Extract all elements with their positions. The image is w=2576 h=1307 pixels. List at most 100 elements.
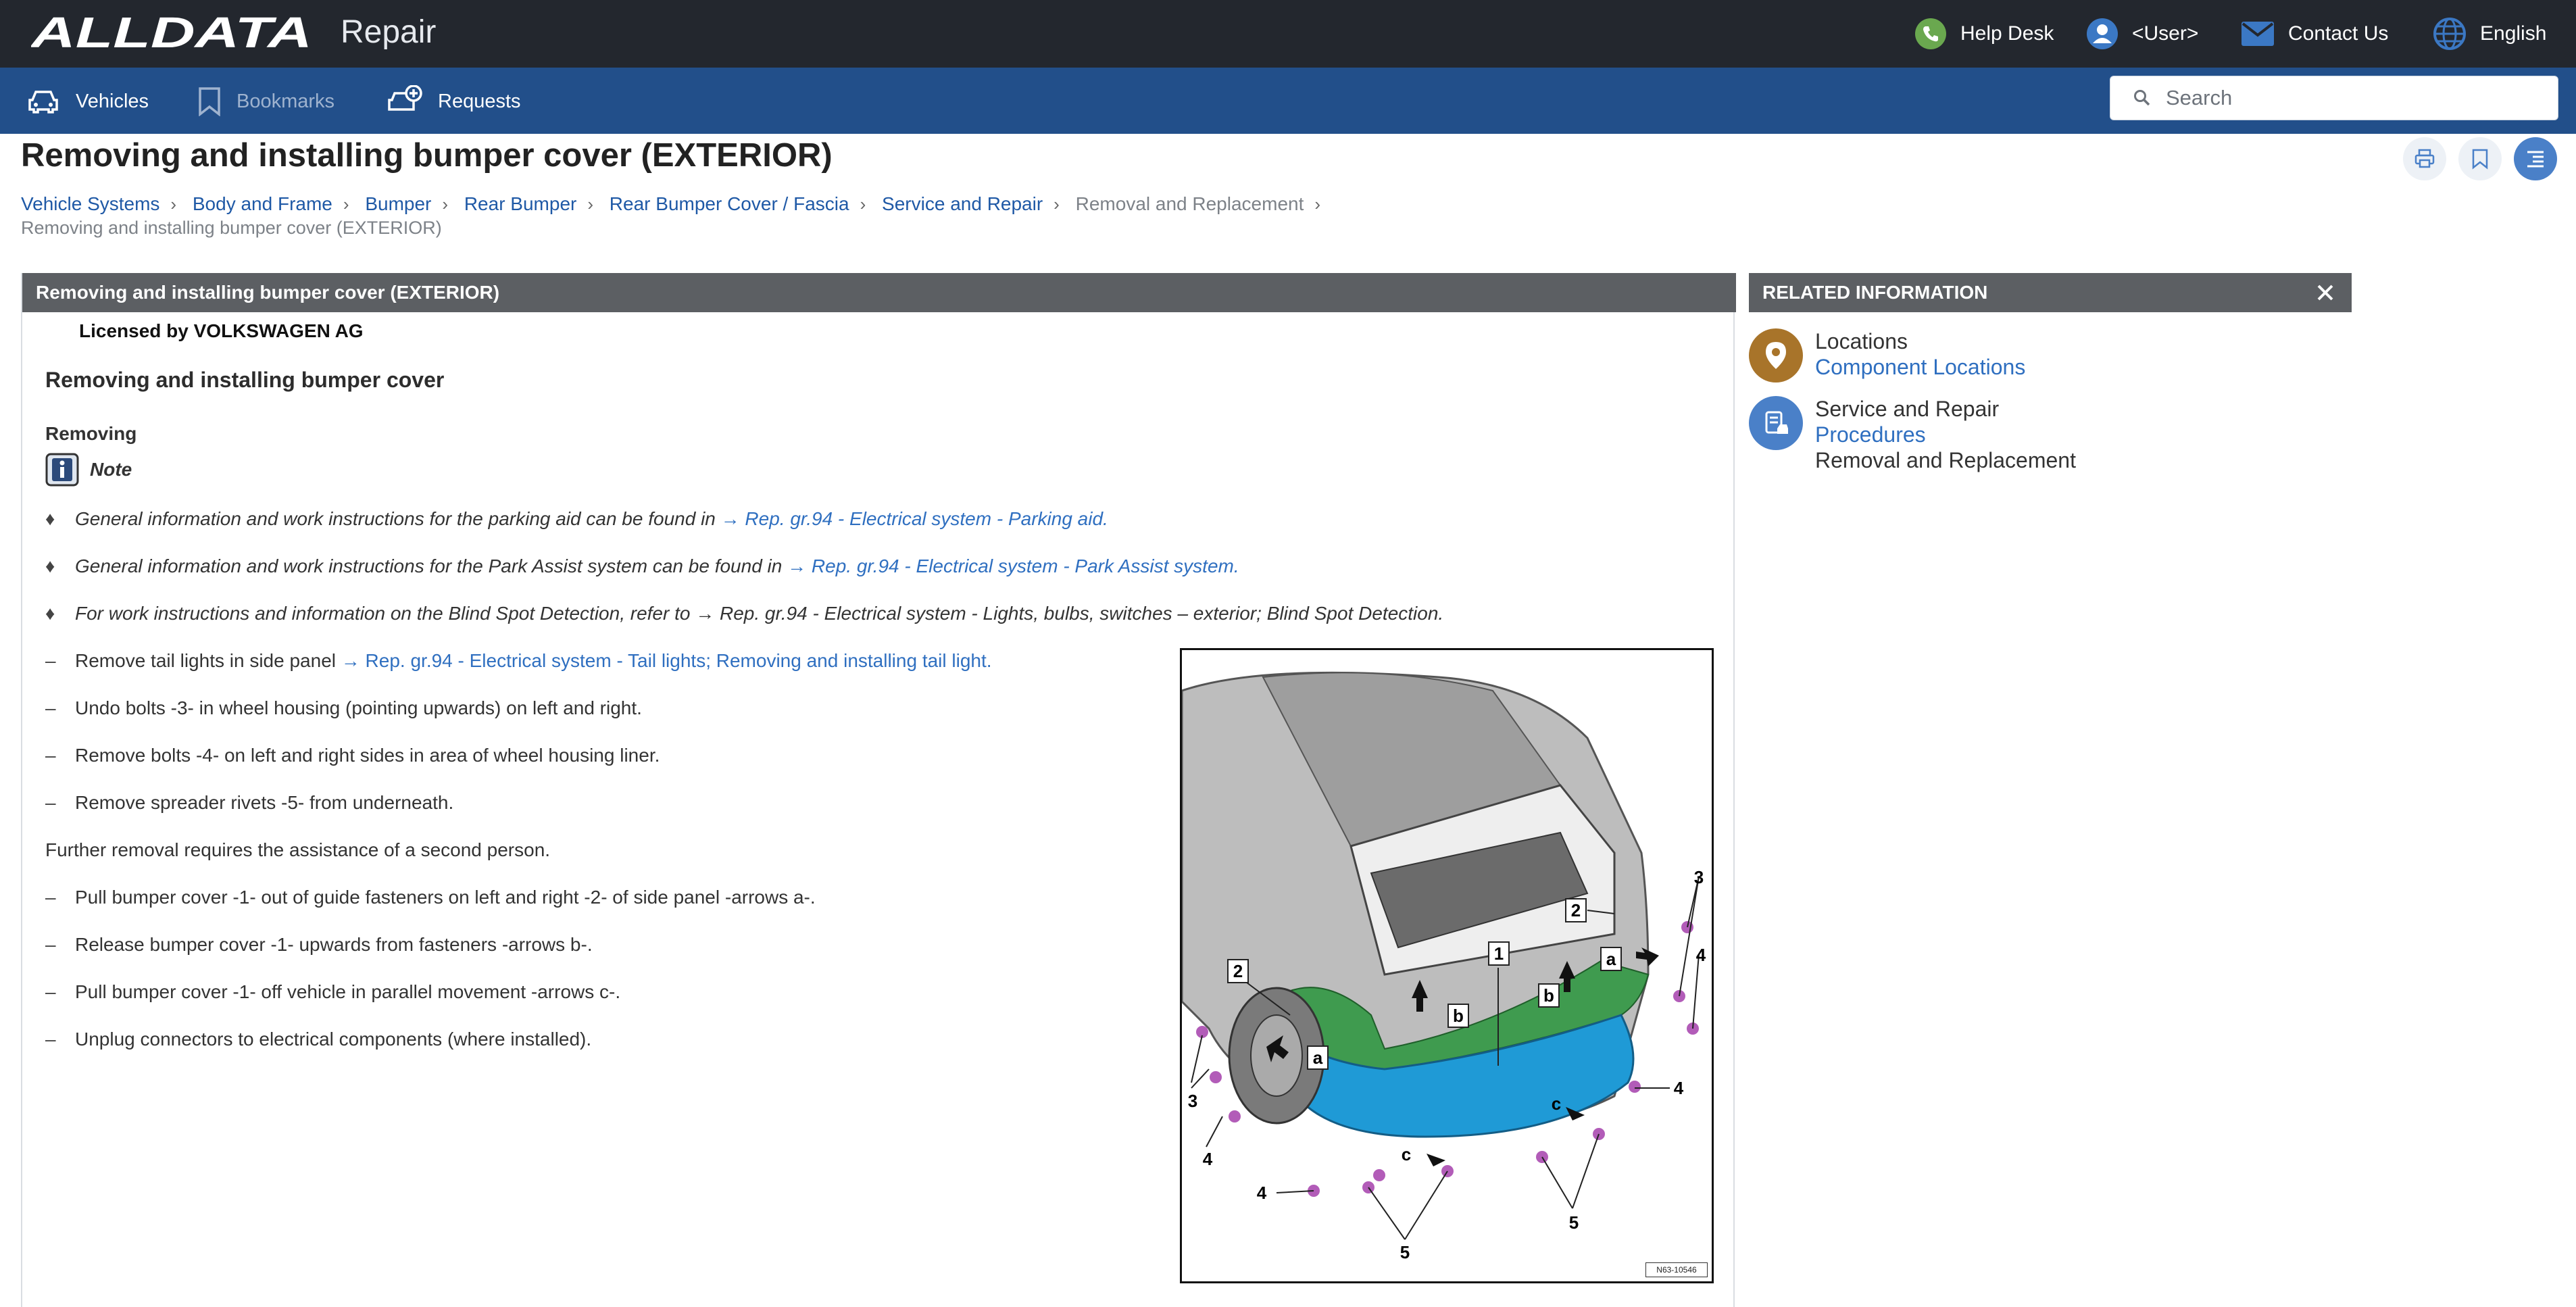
step-text: Pull bumper cover -1- out of guide faste… [75,887,816,908]
chevron-right-icon: › [587,194,594,214]
nav-vehicles[interactable]: Vehicles [28,82,149,120]
step-text: Unplug connectors to electrical componen… [75,1029,592,1050]
breadcrumb-rear-bumper-cover[interactable]: Rear Bumper Cover / Fascia [610,193,849,214]
contact-us-label: Contact Us [2288,22,2389,45]
related-information-panel: RELATED INFORMATION Locations Component … [1749,273,2352,679]
contact-us-link[interactable]: Contact Us [2241,14,2388,54]
callout-2-left: 2 [1233,961,1243,981]
procedures-link[interactable]: Procedures [1815,422,2076,447]
step-item: – Pull bumper cover -1- off vehicle in pa… [45,980,620,1004]
user-menu[interactable]: <User> [2086,14,2198,54]
chevron-right-icon: › [343,194,349,214]
search-box [2110,76,2558,120]
step-item: – Release bumper cover -1- upwards from f… [45,933,593,957]
component-locations-link[interactable]: Component Locations [1815,354,2025,380]
user-label: <User> [2132,22,2199,45]
tail-lights-link[interactable]: → Rep. gr.94 - Electrical system - Tail … [341,650,992,671]
bullet-icon: ♦ [45,603,55,624]
removing-heading: Removing [45,423,137,444]
bumper-illustration[interactable]: 1 2 2 a a b b c c 3 3 4 4 4 4 5 5 N63-10… [1180,648,1714,1283]
related-item-locations: Locations Component Locations [1749,328,2025,383]
step-item: – Remove tail lights in side panel → Rep.… [45,649,992,673]
document-panel: Removing and installing bumper cover (EX… [21,273,1736,1307]
bookmark-icon [199,87,220,116]
chevron-right-icon: › [170,194,177,214]
print-button[interactable] [2403,137,2446,180]
brand-wordmark: ALLDATA [31,9,312,57]
globe-icon [2433,18,2466,50]
park-assist-link[interactable]: → Rep. gr.94 - Electrical system - Park … [787,556,1239,576]
toc-button[interactable] [2514,137,2557,180]
search-input[interactable] [2164,85,2546,111]
step-item: – Remove spreader rivets -5- from underne… [45,791,453,815]
callout-3-left: 3 [1188,1091,1197,1111]
breadcrumb-bumper[interactable]: Bumper [365,193,431,214]
figure-tag: N63-10546 [1645,1262,1708,1277]
user-icon [2087,18,2118,49]
language-label: English [2480,22,2547,45]
breadcrumb-removal-and-replacement: Removal and Replacement [1075,193,1304,214]
search-icon [2134,90,2150,106]
step-item: – Undo bolts -3- in wheel housing (pointi… [45,696,642,720]
nav-bookmarks[interactable]: Bookmarks [197,82,335,120]
help-desk-link[interactable]: Help Desk [1914,14,2054,54]
step-text: Remove spreader rivets -5- from undernea… [75,792,454,813]
callout-2-right: 2 [1571,900,1581,920]
language-selector[interactable]: English [2433,14,2546,54]
callout-5-left: 5 [1400,1242,1410,1262]
dash-icon: – [45,1029,56,1050]
phone-icon [1915,18,1946,49]
nav-requests[interactable]: Requests [388,82,521,120]
info-note-icon [45,453,79,487]
service-icon [1749,396,1803,450]
document-header: Removing and installing bumper cover (EX… [22,273,1736,312]
related-title-locations: Locations [1815,329,1908,353]
note-text: General information and work instruction… [75,508,721,529]
related-header-label: RELATED INFORMATION [1762,282,1988,303]
breadcrumb-service-and-repair[interactable]: Service and Repair [882,193,1043,214]
nav-requests-label: Requests [438,90,521,112]
step-text: Release bumper cover -1- upwards from fa… [75,934,593,955]
parking-aid-link[interactable]: → Rep. gr.94 - Electrical system - Parki… [721,508,1108,529]
dash-icon: – [45,697,56,718]
dash-icon: – [45,934,56,955]
callout-b-right: b [1543,985,1554,1006]
dash-icon: – [45,650,56,671]
note-item: ♦ General information and work instructio… [45,507,1108,531]
callout-b-left: b [1453,1006,1464,1026]
breadcrumb-rear-bumper[interactable]: Rear Bumper [464,193,577,214]
license-text: Licensed by VOLKSWAGEN AG [79,320,364,341]
note-text: For work instructions and information on… [75,603,1444,624]
related-item-service: Service and Repair Procedures Removal an… [1749,396,2076,473]
step-item: – Pull bumper cover -1- out of guide fast… [45,885,816,910]
callout-a-left: a [1313,1047,1323,1068]
request-icon [388,85,422,111]
chevron-right-icon: › [860,194,866,214]
step-text: Undo bolts -3- in wheel housing (pointin… [75,697,642,718]
document-heading: Removing and installing bumper cover [45,368,445,392]
callout-c-right: c [1552,1093,1561,1114]
bullet-icon: ♦ [45,508,55,529]
note-text: General information and work instruction… [75,556,788,576]
note-block: Note [45,453,132,487]
bumper-diagram: 1 2 2 a a b b c c 3 3 4 4 4 4 5 5 [1182,671,1706,1262]
callout-1: 1 [1494,943,1504,964]
related-extra-removal: Removal and Replacement [1815,448,2076,472]
note-item: ♦ General information and work instructio… [45,554,1239,578]
alldata-logo[interactable]: ALLDATA [31,9,315,57]
callout-4-a: 4 [1203,1149,1213,1169]
print-icon [2414,149,2435,168]
related-title-service: Service and Repair [1815,397,2000,421]
step-text: Remove tail lights in side panel [75,650,341,671]
bookmark-add-button[interactable] [2458,137,2502,180]
note-label: Note [90,459,132,480]
chevron-right-icon: › [442,194,449,214]
callout-c-left: c [1402,1144,1411,1164]
breadcrumb-body-and-frame[interactable]: Body and Frame [193,193,332,214]
location-pin-icon [1749,328,1803,383]
callout-3-right: 3 [1694,867,1704,887]
close-icon[interactable] [2315,282,2335,303]
callout-4-b: 4 [1257,1183,1267,1203]
breadcrumb-vehicle-systems[interactable]: Vehicle Systems [21,193,159,214]
nav-bookmarks-label: Bookmarks [237,90,335,112]
